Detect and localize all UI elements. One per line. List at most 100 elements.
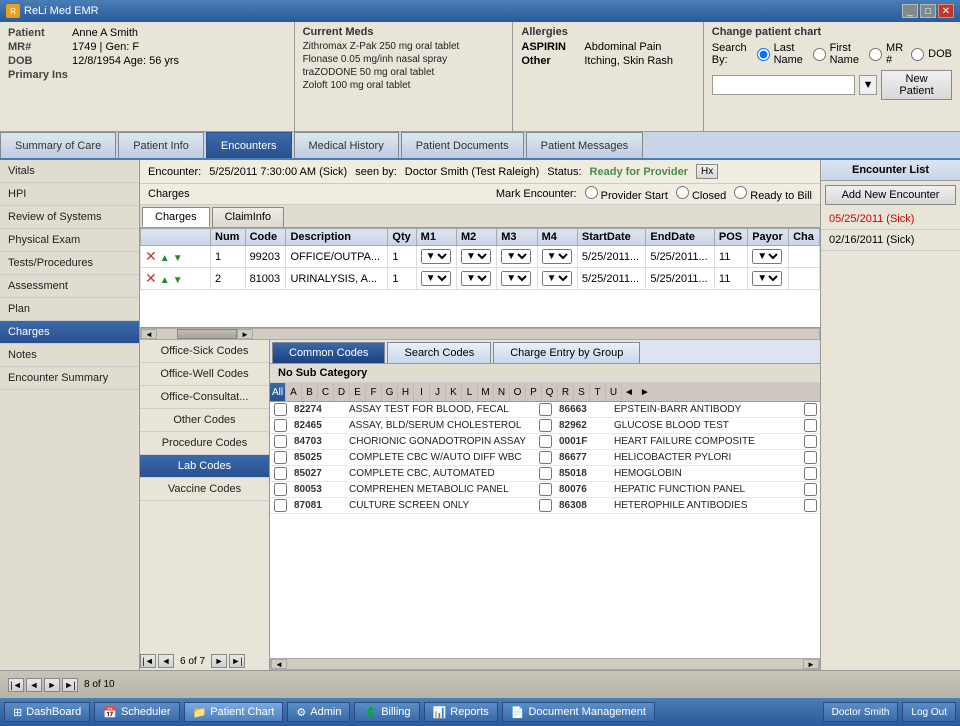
sidebar-item-tests[interactable]: Tests/Procedures (0, 252, 139, 275)
check-right-3[interactable] (535, 435, 555, 448)
radio-dob[interactable]: DOB (911, 48, 952, 61)
code-scroll-right[interactable]: ► (803, 659, 819, 669)
mark-closed[interactable]: Closed (676, 186, 726, 202)
alpha-f[interactable]: F (366, 383, 382, 401)
row2-m1[interactable]: ▼ (416, 268, 456, 290)
alpha-o[interactable]: O (510, 383, 526, 401)
taskbar-dashboard[interactable]: ⊞ DashBoard (4, 702, 90, 722)
row2-m4[interactable]: ▼ (537, 268, 577, 290)
check-left-2[interactable] (270, 419, 290, 432)
check-end-7[interactable] (800, 499, 820, 512)
first-page-btn[interactable]: |◄ (8, 678, 24, 692)
maximize-button[interactable]: □ (920, 4, 936, 18)
alpha-h[interactable]: H (398, 383, 414, 401)
sidebar-item-hpi[interactable]: HPI (0, 183, 139, 206)
code-tab-common[interactable]: Common Codes (272, 342, 385, 363)
logout-btn[interactable]: Log Out (902, 702, 956, 722)
alpha-d[interactable]: D (334, 383, 350, 401)
taskbar-doc-management[interactable]: 📄 Document Management (502, 702, 655, 722)
sidebar-item-physical[interactable]: Physical Exam (0, 229, 139, 252)
alpha-e[interactable]: E (350, 383, 366, 401)
up-icon-1[interactable]: ▲ (160, 253, 170, 264)
tab-patient-messages[interactable]: Patient Messages (526, 132, 643, 158)
code-tab-entry-by-group[interactable]: Charge Entry by Group (493, 342, 640, 363)
alpha-a[interactable]: A (286, 383, 302, 401)
scroll-left-btn[interactable]: ◄ (141, 329, 157, 339)
alpha-j[interactable]: J (430, 383, 446, 401)
row2-m2[interactable]: ▼ (456, 268, 496, 290)
charges-tab-claiminfo[interactable]: ClaimInfo (212, 207, 284, 227)
add-encounter-button[interactable]: Add New Encounter (825, 185, 956, 205)
alpha-n[interactable]: N (494, 383, 510, 401)
check-left-1[interactable] (270, 403, 290, 416)
check-end-6[interactable] (800, 483, 820, 496)
doctor-smith-btn[interactable]: Doctor Smith (823, 702, 899, 722)
code-scroll-left[interactable]: ◄ (271, 659, 287, 669)
alpha-s[interactable]: S (574, 383, 590, 401)
code-tab-search[interactable]: Search Codes (387, 342, 491, 363)
radio-last-name-input[interactable] (757, 48, 770, 61)
alpha-i[interactable]: I (414, 383, 430, 401)
alpha-t[interactable]: T (590, 383, 606, 401)
row1-m2[interactable]: ▼ (456, 246, 496, 268)
alpha-next[interactable]: ► (638, 385, 652, 400)
sidebar-item-plan[interactable]: Plan (0, 298, 139, 321)
check-left-6[interactable] (270, 483, 290, 496)
row2-payor[interactable]: ▼ (748, 268, 789, 290)
check-left-4[interactable] (270, 451, 290, 464)
check-end-1[interactable] (800, 403, 820, 416)
radio-last-name[interactable]: Last Name (757, 42, 805, 66)
code-sidebar-vaccine[interactable]: Vaccine Codes (140, 478, 269, 501)
sidebar-item-notes[interactable]: Notes (0, 344, 139, 367)
alpha-l[interactable]: L (462, 383, 478, 401)
taskbar-billing[interactable]: 💲 Billing (354, 702, 419, 722)
sidebar-item-review[interactable]: Review of Systems (0, 206, 139, 229)
delete-icon-2[interactable]: ✕ (145, 270, 157, 286)
code-last-btn[interactable]: ►| (229, 654, 245, 668)
tab-medical-history[interactable]: Medical History (294, 132, 399, 158)
charges-tab-charges[interactable]: Charges (142, 207, 210, 227)
alpha-all[interactable]: All (270, 383, 286, 401)
close-button[interactable]: ✕ (938, 4, 954, 18)
row1-m3[interactable]: ▼ (497, 246, 537, 268)
scroll-right-btn[interactable]: ► (237, 329, 253, 339)
taskbar-reports[interactable]: 📊 Reports (424, 702, 498, 722)
check-right-5[interactable] (535, 467, 555, 480)
alpha-p[interactable]: P (526, 383, 542, 401)
hx-button[interactable]: Hx (696, 164, 718, 179)
row1-m1[interactable]: ▼ (416, 246, 456, 268)
down-icon-2[interactable]: ▼ (173, 275, 183, 286)
scroll-thumb[interactable] (177, 329, 237, 339)
code-sidebar-lab[interactable]: Lab Codes (140, 455, 269, 478)
down-icon-1[interactable]: ▼ (173, 253, 183, 264)
charges-scrollbar[interactable]: ◄ ► (140, 328, 820, 340)
check-right-7[interactable] (535, 499, 555, 512)
up-icon-2[interactable]: ▲ (160, 275, 170, 286)
delete-icon-1[interactable]: ✕ (145, 248, 157, 264)
sidebar-item-vitals[interactable]: Vitals (0, 160, 139, 183)
check-end-3[interactable] (800, 435, 820, 448)
tab-encounters[interactable]: Encounters (206, 132, 292, 158)
code-sidebar-other[interactable]: Other Codes (140, 409, 269, 432)
prev-page-btn[interactable]: ◄ (26, 678, 42, 692)
taskbar-scheduler[interactable]: 📅 Scheduler (94, 702, 179, 722)
check-left-5[interactable] (270, 467, 290, 480)
code-next-btn[interactable]: ► (211, 654, 227, 668)
tab-patient-documents[interactable]: Patient Documents (401, 132, 524, 158)
sidebar-item-charges[interactable]: Charges (0, 321, 139, 344)
code-scroll-track[interactable] (287, 659, 803, 669)
tab-patient-info[interactable]: Patient Info (118, 132, 204, 158)
charges-table-container[interactable]: Num Code Description Qty M1 M2 M3 M4 Sta… (140, 228, 820, 328)
alpha-u[interactable]: U (606, 383, 622, 401)
check-left-3[interactable] (270, 435, 290, 448)
check-end-4[interactable] (800, 451, 820, 464)
row2-m3[interactable]: ▼ (497, 268, 537, 290)
radio-first-name[interactable]: First Name (813, 42, 861, 66)
encounter-item-1[interactable]: 05/25/2011 (Sick) (821, 209, 960, 230)
minimize-button[interactable]: _ (902, 4, 918, 18)
code-sidebar-procedure[interactable]: Procedure Codes (140, 432, 269, 455)
radio-dob-input[interactable] (911, 48, 924, 61)
tab-summary-of-care[interactable]: Summary of Care (0, 132, 116, 158)
code-sidebar-office-consult[interactable]: Office-Consultat... (140, 386, 269, 409)
alpha-r[interactable]: R (558, 383, 574, 401)
